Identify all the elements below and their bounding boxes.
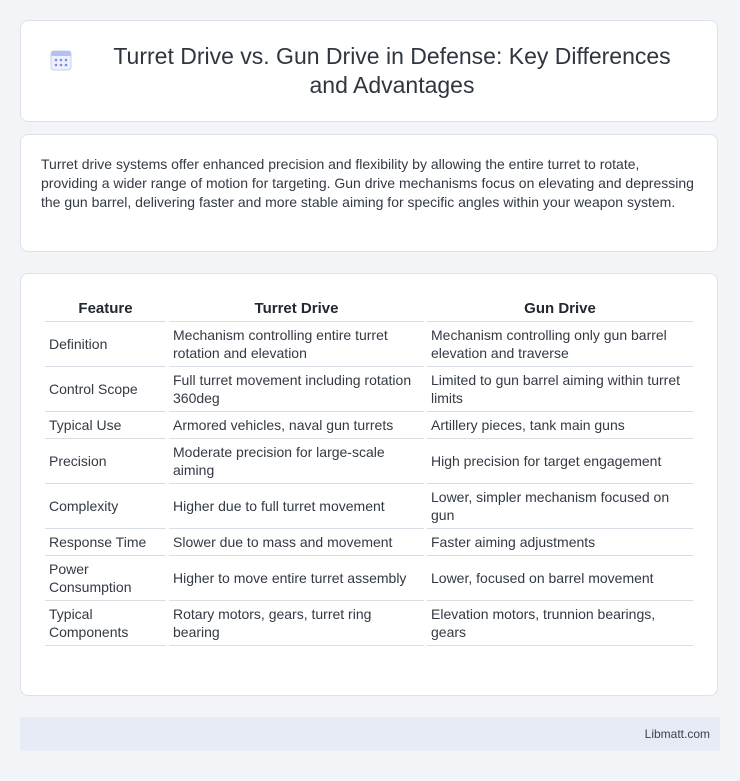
cell-gun-drive: Lower, simpler mechanism focused on gun [427, 484, 693, 529]
cell-turret-drive: Full turret movement including rotation … [169, 367, 424, 412]
cell-turret-drive: Moderate precision for large-scale aimin… [169, 439, 424, 484]
table-row: Precision Moderate precision for large-s… [45, 439, 693, 484]
table-row: Response Time Slower due to mass and mov… [45, 529, 693, 556]
table-row: Complexity Higher due to full turret mov… [45, 484, 693, 529]
cell-feature: Control Scope [45, 367, 166, 412]
comparison-table: Feature Turret Drive Gun Drive Definitio… [42, 294, 696, 646]
cell-gun-drive: Limited to gun barrel aiming within turr… [427, 367, 693, 412]
header-feature: Feature [45, 294, 166, 322]
cell-turret-drive: Slower due to mass and movement [169, 529, 424, 556]
table-row: Power Consumption Higher to move entire … [45, 556, 693, 601]
cell-feature: Typical Use [45, 412, 166, 439]
calendar-grid-icon [50, 50, 72, 71]
cell-feature: Power Consumption [45, 556, 166, 601]
table-header-row: Feature Turret Drive Gun Drive [45, 294, 693, 322]
footer-brand[interactable]: Libmatt.com [645, 727, 710, 741]
footer: Libmatt.com [20, 717, 720, 751]
cell-turret-drive: Higher to move entire turret assembly [169, 556, 424, 601]
comparison-card: Feature Turret Drive Gun Drive Definitio… [20, 273, 718, 696]
intro-text: Turret drive systems offer enhanced prec… [41, 156, 694, 210]
title-card: Turret Drive vs. Gun Drive in Defense: K… [20, 20, 718, 122]
intro-card: Turret drive systems offer enhanced prec… [20, 134, 718, 252]
title-wrap: Turret Drive vs. Gun Drive in Defense: K… [49, 42, 689, 100]
table-row: Typical Use Armored vehicles, naval gun … [45, 412, 693, 439]
cell-feature: Response Time [45, 529, 166, 556]
cell-turret-drive: Mechanism controlling entire turret rota… [169, 322, 424, 367]
cell-feature: Typical Components [45, 601, 166, 646]
cell-gun-drive: High precision for target engagement [427, 439, 693, 484]
header-gun-drive: Gun Drive [427, 294, 693, 322]
cell-turret-drive: Rotary motors, gears, turret ring bearin… [169, 601, 424, 646]
cell-feature: Definition [45, 322, 166, 367]
cell-turret-drive: Armored vehicles, naval gun turrets [169, 412, 424, 439]
cell-feature: Precision [45, 439, 166, 484]
cell-gun-drive: Mechanism controlling only gun barrel el… [427, 322, 693, 367]
cell-turret-drive: Higher due to full turret movement [169, 484, 424, 529]
cell-gun-drive: Faster aiming adjustments [427, 529, 693, 556]
table-row: Typical Components Rotary motors, gears,… [45, 601, 693, 646]
cell-gun-drive: Lower, focused on barrel movement [427, 556, 693, 601]
cell-gun-drive: Elevation motors, trunnion bearings, gea… [427, 601, 693, 646]
table-row: Definition Mechanism controlling entire … [45, 322, 693, 367]
page-title: Turret Drive vs. Gun Drive in Defense: K… [113, 43, 671, 98]
cell-feature: Complexity [45, 484, 166, 529]
header-turret-drive: Turret Drive [169, 294, 424, 322]
table-row: Control Scope Full turret movement inclu… [45, 367, 693, 412]
cell-gun-drive: Artillery pieces, tank main guns [427, 412, 693, 439]
